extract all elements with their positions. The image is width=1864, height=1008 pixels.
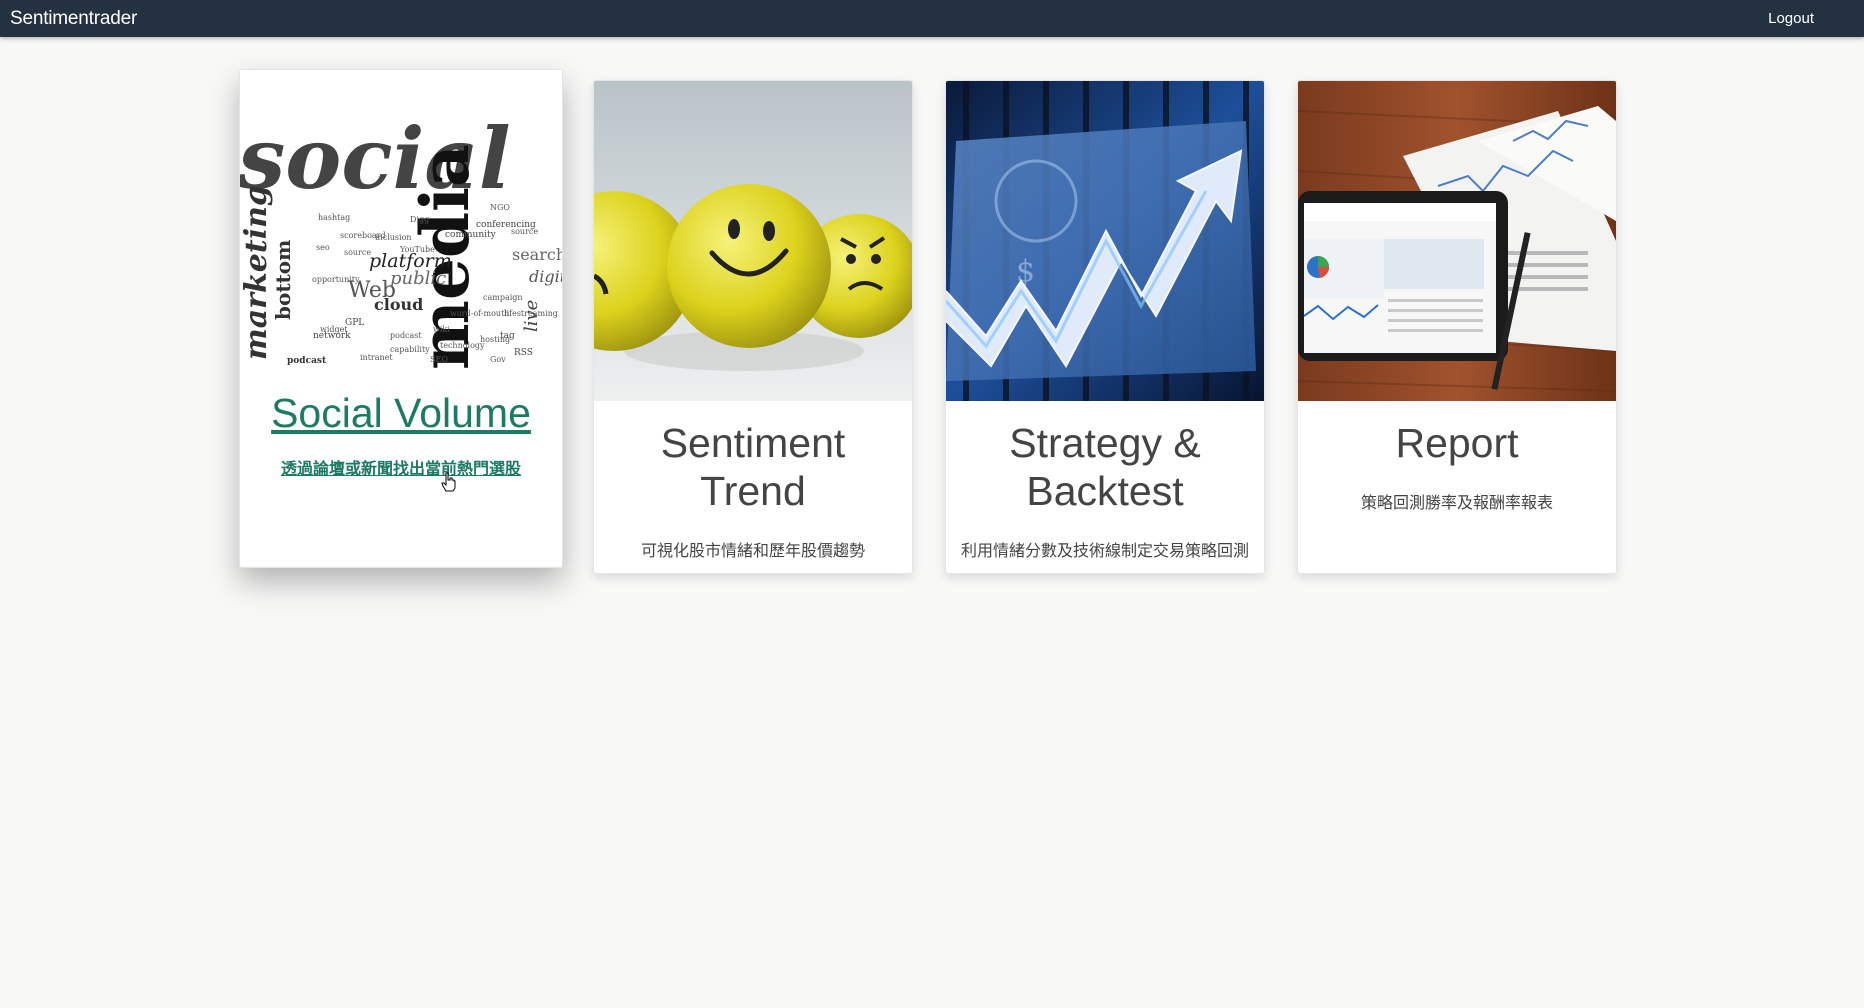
emoji-balls-image [594,81,912,401]
svg-text:opportunity: opportunity [312,275,360,284]
svg-text:SEO: SEO [430,355,448,364]
svg-text:campaign: campaign [483,293,523,302]
card-strategy-backtest[interactable]: $ Strategy & Backtest 利用情緒分數及技術線制定交易策略回測 [945,80,1265,574]
card-title[interactable]: Report [1308,419,1606,467]
card-subtitle: 利用情緒分數及技術線制定交易策略回測 [960,543,1249,560]
logout-link[interactable]: Logout [1768,10,1814,27]
card-title[interactable]: Social Volume [250,389,552,437]
card-report[interactable]: Report 策略回測勝率及報酬率報表 [1297,80,1617,574]
svg-text:digital: digital [529,267,562,286]
svg-text:cloud: cloud [374,295,423,314]
top-navbar: Sentimentrader Logout [0,0,1864,37]
svg-text:public: public [390,268,446,289]
svg-text:RSS: RSS [514,348,533,358]
svg-text:seo: seo [316,243,330,252]
svg-text:Digg: Digg [410,215,429,224]
svg-text:bottom: bottom [271,240,295,320]
card-social-volume[interactable]: social media marketing platform Web publ… [239,69,563,568]
card-title[interactable]: Sentiment Trend [604,419,902,515]
svg-text:NGO: NGO [490,203,510,212]
svg-text:YouTube: YouTube [399,245,435,254]
svg-text:search: search [512,245,562,264]
card-subtitle[interactable]: 透過論壇或新聞找出當前熱門選股 [240,455,562,479]
svg-text:technology: technology [440,341,485,350]
card-subtitle: 可視化股市情緒和歷年股價趨勢 [640,543,865,560]
svg-text:capability: capability [390,345,430,354]
svg-text:podcast: podcast [287,356,327,366]
svg-text:source: source [511,227,538,236]
svg-text:wiki: wiki [433,325,450,334]
svg-text:GPL: GPL [345,318,364,328]
dollar-up-arrow-image: $ [946,81,1264,401]
card-subtitle: 策略回測勝率及報酬率報表 [1360,495,1553,512]
svg-text:marketing: marketing [240,185,274,360]
brand-title[interactable]: Sentimentrader [10,8,137,30]
card-title[interactable]: Strategy & Backtest [956,419,1254,515]
svg-text:hashtag: hashtag [318,213,350,222]
svg-text:word-of-mouth: word-of-mouth [450,309,509,318]
card-sentiment-trend[interactable]: Sentiment Trend 可視化股市情緒和歷年股價趨勢 [593,80,913,574]
hand-cursor-icon [441,472,456,492]
tablet-report-image [1298,81,1616,401]
svg-text:Gov: Gov [490,355,506,364]
svg-text:source: source [344,248,371,257]
svg-text:inclusion: inclusion [375,233,412,242]
svg-text:widget: widget [320,325,348,334]
social-media-word-cloud-image: social media marketing platform Web publ… [240,70,562,375]
svg-text:intranet: intranet [360,353,393,362]
svg-text:lifestreaming: lifestreaming [504,309,558,318]
svg-text:podcast: podcast [390,331,422,340]
svg-text:community: community [445,230,497,240]
